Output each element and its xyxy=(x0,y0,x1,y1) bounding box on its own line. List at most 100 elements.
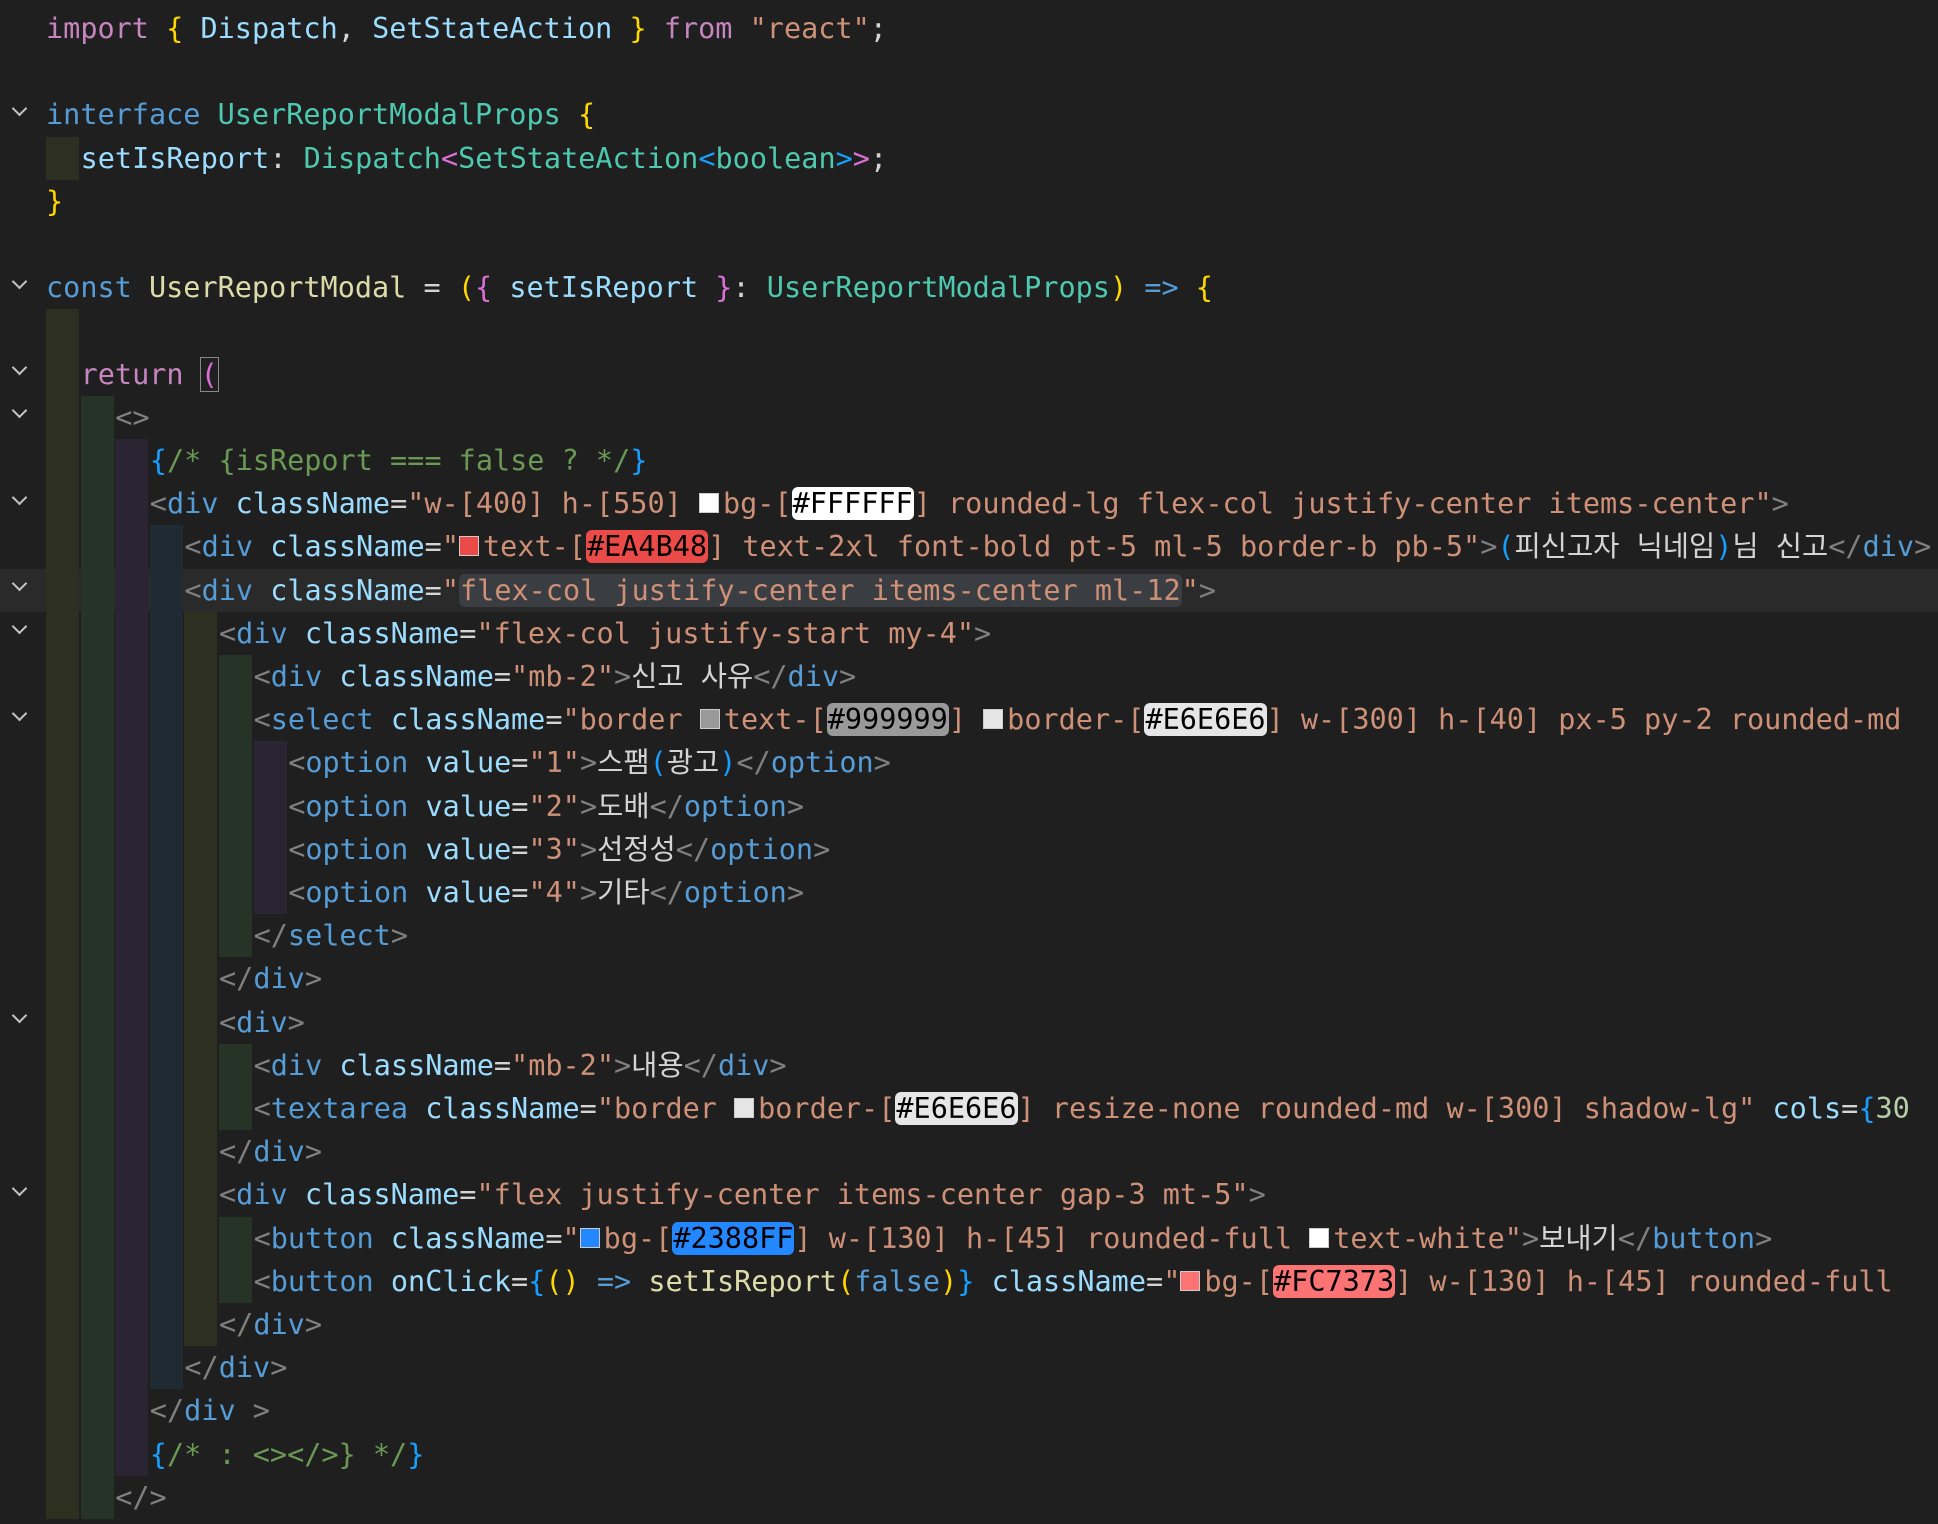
code-line[interactable]: <> xyxy=(0,395,1938,439)
code-line[interactable]: return ( xyxy=(0,352,1938,396)
code-line[interactable]: <div> xyxy=(0,1000,1938,1044)
code-token: #FC7373 xyxy=(1273,1264,1396,1298)
indent-guide xyxy=(253,827,287,871)
code-token: { xyxy=(475,271,493,305)
code-token: ] text-2xl font-bold pt-5 ml-5 border-b … xyxy=(708,530,1481,564)
code-token: className xyxy=(991,1264,1147,1298)
code-text: import { Dispatch, SetStateAction } from… xyxy=(46,7,887,50)
indent-guide xyxy=(149,1130,183,1174)
code-line[interactable]: <option value="4">기타</option> xyxy=(0,871,1938,915)
fold-chevron-icon[interactable] xyxy=(8,705,30,727)
code-line[interactable]: <div className="flex-col justify-center … xyxy=(0,568,1938,612)
code-line[interactable]: import { Dispatch, SetStateAction } from… xyxy=(0,7,1938,50)
code-line[interactable]: <option value="2">도배</option> xyxy=(0,784,1938,828)
indent-guide xyxy=(46,655,79,699)
code-line[interactable]: {/* {isReport === false ? */} xyxy=(0,439,1938,483)
code-editor[interactable]: import { Dispatch, SetStateAction } from… xyxy=(0,0,1938,1524)
indent-guide xyxy=(184,784,218,828)
code-line[interactable]: </div > xyxy=(0,1389,1938,1433)
code-token: ( xyxy=(1497,530,1515,564)
code-token: 30 xyxy=(1875,1092,1910,1125)
fold-chevron-icon[interactable] xyxy=(8,1008,30,1030)
color-swatch-icon[interactable] xyxy=(734,1098,755,1118)
indent-guide xyxy=(46,871,79,915)
fold-chevron-icon[interactable] xyxy=(8,619,30,641)
code-line[interactable]: </div> xyxy=(0,1346,1938,1390)
code-token: = xyxy=(459,616,477,650)
code-token: </ xyxy=(149,1394,185,1428)
code-line[interactable] xyxy=(0,223,1938,266)
code-token: "flex justify-center items-center gap-3 … xyxy=(476,1178,1249,1212)
indent-guide xyxy=(80,1389,114,1433)
code-token: > xyxy=(304,1308,322,1341)
code-line[interactable]: <div className="flex-col justify-start m… xyxy=(0,611,1938,655)
fold-chevron-icon[interactable] xyxy=(8,360,30,382)
code-token: > xyxy=(786,876,805,909)
code-token: = xyxy=(493,660,512,693)
code-line[interactable]: {/* : <></>} */} xyxy=(0,1432,1938,1476)
fold-chevron-icon[interactable] xyxy=(8,489,30,511)
code-line[interactable]: <div className="flex justify-center item… xyxy=(0,1173,1938,1217)
code-line[interactable]: <button onClick={() => setIsReport(false… xyxy=(0,1259,1938,1303)
code-line[interactable]: interface UserReportModalProps { xyxy=(0,93,1938,136)
code-line[interactable]: </div> xyxy=(0,1303,1938,1347)
code-line[interactable]: <select className="border text-[#999999]… xyxy=(0,698,1938,742)
code-token: = xyxy=(424,530,442,564)
code-line[interactable]: <option value="3">선정성</option> xyxy=(0,827,1938,871)
code-line[interactable]: setIsReport: Dispatch<SetStateAction<boo… xyxy=(0,136,1938,180)
code-token: ] resize-none rounded-md w-[300] shadow-… xyxy=(1017,1092,1756,1125)
code-token: option xyxy=(305,876,409,909)
code-token: className xyxy=(390,1221,546,1255)
code-token: ) xyxy=(940,1264,958,1298)
indent-guide xyxy=(115,1000,149,1044)
code-line[interactable]: <textarea className="border border-[#E6E… xyxy=(0,1087,1938,1131)
code-token: < xyxy=(288,876,306,909)
code-text: } xyxy=(46,180,63,223)
code-token: </ xyxy=(1617,1221,1653,1255)
indent-guide xyxy=(46,827,79,871)
fold-chevron-icon[interactable] xyxy=(8,273,30,295)
code-line[interactable]: <div className="mb-2">내용</div> xyxy=(0,1043,1938,1087)
code-line[interactable]: const UserReportModal = ({ setIsReport }… xyxy=(0,266,1938,309)
color-swatch-icon[interactable] xyxy=(698,493,719,514)
code-token: { xyxy=(528,1264,546,1298)
code-line[interactable]: <div className="mb-2">신고 사유</div> xyxy=(0,655,1938,699)
code-line[interactable]: } xyxy=(0,180,1938,223)
code-token: option xyxy=(305,832,409,866)
indent-guide xyxy=(46,1432,79,1476)
code-token: </ xyxy=(683,1048,718,1082)
code-token: : xyxy=(269,141,304,175)
color-swatch-icon[interactable] xyxy=(459,536,479,557)
color-swatch-icon[interactable] xyxy=(699,709,720,730)
color-swatch-icon[interactable] xyxy=(579,1227,600,1248)
code-token: } xyxy=(629,12,647,45)
code-token: < xyxy=(698,141,716,175)
code-line[interactable]: <button className=" bg-[#2388FF] w-[130] … xyxy=(0,1216,1938,1260)
code-token: 신고 사유 xyxy=(631,660,754,693)
code-line[interactable]: <option value="1">스팸(광고)</option> xyxy=(0,741,1938,785)
fold-chevron-icon[interactable] xyxy=(8,100,30,122)
color-swatch-icon[interactable] xyxy=(1309,1227,1330,1248)
code-token: </ xyxy=(219,962,254,996)
fold-chevron-icon[interactable] xyxy=(8,576,30,598)
indent-guide xyxy=(80,698,114,742)
indent-guide xyxy=(80,525,114,569)
fold-chevron-icon[interactable] xyxy=(8,1180,30,1202)
code-line[interactable] xyxy=(0,50,1938,93)
code-line[interactable]: </div> xyxy=(0,1130,1938,1174)
code-token: Dispatch xyxy=(200,12,338,45)
code-line[interactable]: <div className="w-[400] h-[550] bg-[#FFF… xyxy=(0,482,1938,526)
code-line[interactable]: </select> xyxy=(0,914,1938,958)
code-token: { xyxy=(1195,271,1213,305)
code-text: <select className="border text-[#999999]… xyxy=(254,698,1901,741)
fold-chevron-icon[interactable] xyxy=(8,403,30,425)
code-line[interactable] xyxy=(0,309,1938,353)
color-swatch-icon[interactable] xyxy=(983,709,1004,730)
code-token: } xyxy=(715,271,733,305)
color-swatch-icon[interactable] xyxy=(1180,1270,1201,1291)
code-line[interactable]: </> xyxy=(0,1475,1938,1519)
code-line[interactable]: <div className=" text-[#EA4B48] text-2xl … xyxy=(0,525,1938,569)
code-line[interactable]: </div> xyxy=(0,957,1938,1001)
